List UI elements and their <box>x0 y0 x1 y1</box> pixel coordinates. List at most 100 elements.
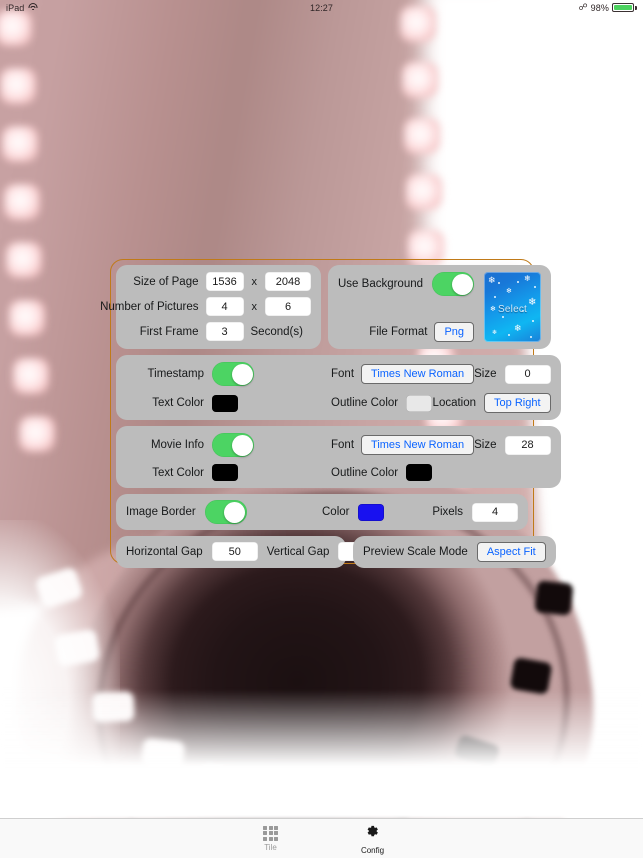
first-frame-input[interactable]: 3 <box>205 322 244 341</box>
movie-info-text-color-swatch[interactable] <box>212 464 238 481</box>
image-border-pixels-group: Pixels 4 <box>432 502 518 522</box>
timestamp-outline-color-group: Outline Color <box>331 394 433 412</box>
timestamp-location-button[interactable]: Top Right <box>484 393 551 413</box>
timestamp-text-color-group: Text Color <box>126 394 331 412</box>
timestamp-line-1: Timestamp Font Times New Roman Size 0 <box>126 362 551 386</box>
vertical-gap-label: Vertical Gap <box>266 545 330 558</box>
size-of-page-label: Size of Page <box>133 275 199 288</box>
page-height-input[interactable]: 2048 <box>265 272 311 291</box>
movie-info-size-group: Size 28 <box>474 435 551 455</box>
gear-icon <box>364 822 381 844</box>
sprocket-hole <box>6 242 42 278</box>
movie-info-label: Movie Info <box>150 439 204 451</box>
file-format-row: File Format Png <box>338 322 475 342</box>
photo-highlight <box>0 690 643 820</box>
pictures-rows-input[interactable]: 6 <box>265 297 311 316</box>
first-frame-unit-label: Second(s) <box>250 325 303 338</box>
pictures-separator: x <box>251 300 258 313</box>
horizontal-gap-input[interactable]: 50 <box>211 542 258 561</box>
file-format-label: File Format <box>369 326 428 338</box>
file-format-button[interactable]: Png <box>434 322 475 342</box>
movie-info-font-group: Font Times New Roman <box>331 435 475 455</box>
timestamp-toggle-group: Timestamp <box>126 362 331 386</box>
config-row-timestamp: Timestamp Font Times New Roman Size 0 Te… <box>116 355 561 420</box>
tab-config-label: Config <box>360 846 385 855</box>
movie-info-font-button[interactable]: Times New Roman <box>361 435 475 455</box>
sprocket-hole <box>9 300 45 336</box>
config-row-top: Size of Page 1536 x 2048 Number of Pictu… <box>100 265 552 349</box>
movie-info-size-label: Size <box>474 439 497 451</box>
use-background-toggle[interactable] <box>432 272 475 296</box>
config-row-image-border: Image Border Color Pixels 4 <box>116 494 528 530</box>
tab-tile-label: Tile <box>264 842 277 852</box>
movie-info-font-label: Font <box>331 439 355 451</box>
movie-info-toggle[interactable] <box>212 433 254 457</box>
background-image-thumbnail[interactable]: ❄ ❄ ❄ ❄ ❄ ❄ ❄ Select <box>484 272 542 342</box>
timestamp-text-color-swatch[interactable] <box>212 394 238 412</box>
image-border-color-swatch[interactable] <box>358 503 385 521</box>
image-border-pixels-label: Pixels <box>432 506 463 518</box>
sprocket-hole <box>534 580 574 616</box>
movie-info-content: Movie Info Font Times New Roman Size 28 <box>126 433 551 481</box>
movie-info-outline-color-group: Outline Color <box>331 464 433 481</box>
timestamp-font-group: Font Times New Roman <box>331 364 475 384</box>
image-border-panel: Image Border Color Pixels 4 <box>116 494 528 530</box>
sprocket-hole <box>0 10 32 46</box>
sprocket-hole <box>2 126 38 162</box>
timestamp-font-button[interactable]: Times New Roman <box>361 364 475 384</box>
background-thumbnail-label: Select <box>498 304 528 316</box>
status-bar: iPad 12:27 ☍ 98% <box>0 0 643 15</box>
page-width-input[interactable]: 1536 <box>205 272 244 291</box>
sprocket-hole <box>13 358 49 394</box>
sprocket-hole <box>4 184 40 220</box>
image-border-toggle[interactable] <box>204 500 247 524</box>
movie-info-text-color-group: Text Color <box>126 464 331 481</box>
timestamp-label: Timestamp <box>147 368 204 380</box>
tab-bar: Tile Config <box>0 818 643 858</box>
timestamp-line-2: Text Color Outline Color Location Top Ri… <box>126 393 551 413</box>
tab-config[interactable]: Config <box>342 822 404 855</box>
timestamp-panel: Timestamp Font Times New Roman Size 0 Te… <box>116 355 561 420</box>
sprocket-hole <box>406 174 442 210</box>
background-panel: Use Background File Format Png ❄ ❄ ❄ ❄ ❄… <box>328 265 552 349</box>
background-panel-content: Use Background File Format Png ❄ ❄ ❄ ❄ ❄… <box>338 272 542 342</box>
movie-info-text-color-label: Text Color <box>152 466 204 479</box>
movie-info-outline-color-swatch[interactable] <box>406 464 433 481</box>
grid-icon <box>263 825 278 841</box>
bluetooth-icon: ☍ <box>578 2 588 12</box>
timestamp-text-color-label: Text Color <box>152 397 204 409</box>
movie-info-line-2: Text Color Outline Color <box>126 464 551 481</box>
number-of-pictures-label: Number of Pictures <box>100 300 199 313</box>
horizontal-gap-label: Horizontal Gap <box>126 545 203 558</box>
pictures-columns-input[interactable]: 4 <box>205 297 244 316</box>
image-border-color-label: Color <box>322 506 350 518</box>
image-border-color-group: Color <box>322 503 385 521</box>
battery-icon <box>612 3 637 12</box>
timestamp-font-label: Font <box>331 368 355 380</box>
timestamp-outline-color-swatch[interactable] <box>406 394 433 412</box>
image-border-content: Image Border Color Pixels 4 <box>126 500 518 524</box>
battery-percent-label: 98% <box>590 2 609 13</box>
preview-scale-mode-content: Preview Scale Mode Aspect Fit <box>363 542 546 562</box>
page-setup-panel: Size of Page 1536 x 2048 Number of Pictu… <box>100 265 321 349</box>
movie-info-size-input[interactable]: 28 <box>504 435 551 455</box>
tab-tile[interactable]: Tile <box>240 825 302 852</box>
gaps-content: Horizontal Gap 50 Vertical Gap 50 <box>126 542 385 561</box>
preview-scale-mode-label: Preview Scale Mode <box>363 546 468 558</box>
timestamp-location-group: Location Top Right <box>433 393 551 413</box>
sprocket-hole <box>402 62 438 98</box>
sprocket-hole <box>404 118 440 154</box>
use-background-row: Use Background <box>338 272 475 296</box>
first-frame-label: First Frame <box>139 325 199 338</box>
timestamp-location-label: Location <box>432 397 477 409</box>
movie-info-line-1: Movie Info Font Times New Roman Size 28 <box>126 433 551 457</box>
timestamp-toggle[interactable] <box>212 362 254 386</box>
sprocket-hole <box>19 416 55 452</box>
movie-info-panel: Movie Info Font Times New Roman Size 28 <box>116 426 561 488</box>
timestamp-outline-color-label: Outline Color <box>331 397 399 409</box>
use-background-label: Use Background <box>338 278 424 290</box>
timestamp-size-input[interactable]: 0 <box>504 364 551 384</box>
image-border-pixels-input[interactable]: 4 <box>472 502 518 522</box>
background-controls: Use Background File Format Png <box>338 272 475 342</box>
preview-scale-mode-button[interactable]: Aspect Fit <box>476 542 546 562</box>
